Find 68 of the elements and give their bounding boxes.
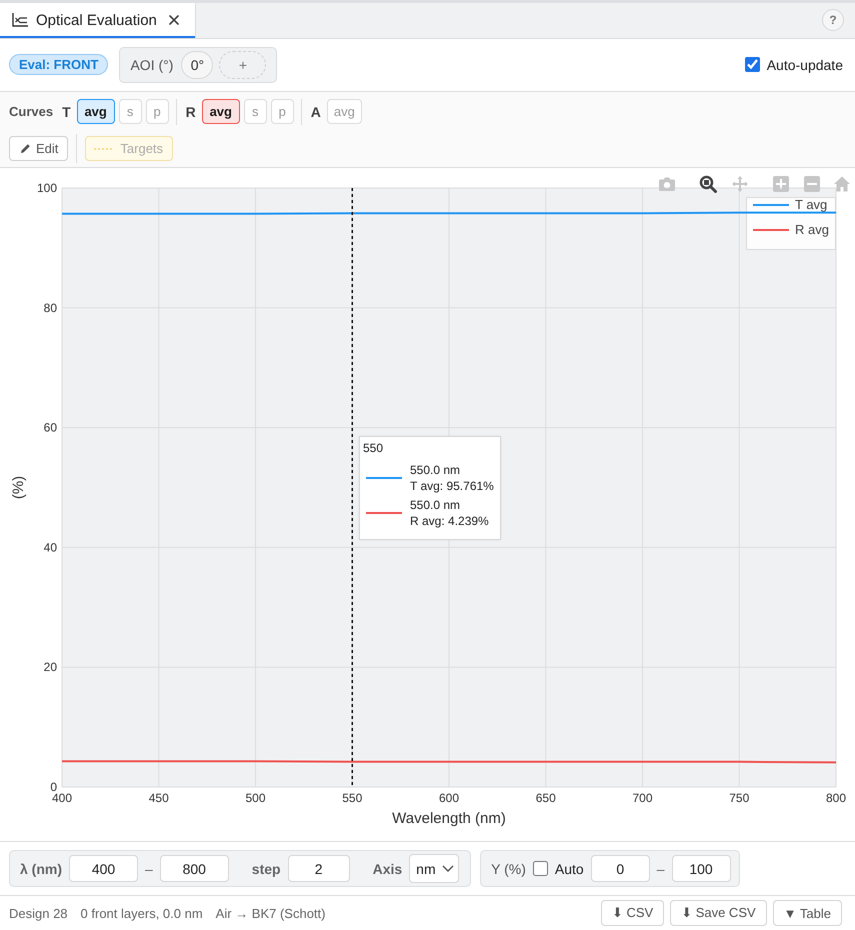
curve-group-label: R <box>186 104 196 120</box>
x-tick-label: 650 <box>536 791 556 806</box>
axis-unit-select[interactable]: nm <box>409 854 460 884</box>
tooltip-title: 550 <box>363 441 384 456</box>
aoi-label: AOI (°) <box>130 56 174 73</box>
edit-button[interactable]: Edit <box>9 136 68 162</box>
zoom-out-icon[interactable] <box>803 175 821 194</box>
wavelength-max-field[interactable]: 800 <box>160 855 229 882</box>
tooltip-text: T avg: 95.761% <box>410 478 494 494</box>
y-tick-label: 100 <box>36 181 57 196</box>
y-min-field[interactable]: 0 <box>590 855 650 882</box>
auto-label: Auto <box>554 860 584 877</box>
status-text: Air → BK7 (Schott) <box>216 906 326 921</box>
tooltip-text: 550.0 nm <box>410 497 462 514</box>
x-tick-label: 800 <box>826 791 846 806</box>
x-tick-label: 550 <box>342 791 362 806</box>
y-tick-label: 60 <box>44 420 57 435</box>
axis-label: Axis <box>372 860 402 877</box>
legend-label: R avg <box>795 222 829 238</box>
x-tick-label: 600 <box>438 791 460 806</box>
csv-download-button[interactable]: ⬇ CSV <box>600 900 664 926</box>
zoom-icon[interactable] <box>699 175 717 194</box>
y-range-label: Y (%) <box>491 860 526 877</box>
step-field[interactable]: 2 <box>288 855 350 882</box>
chevron-icon <box>442 865 454 872</box>
x-tick-label: 700 <box>632 791 653 806</box>
table-toggle-button[interactable]: ▼ Table <box>772 900 842 926</box>
tooltip-text: 550.0 nm <box>410 462 462 478</box>
y-tick-label: 20 <box>44 660 57 675</box>
range-separator: – <box>656 860 665 877</box>
y-axis-title: (%) <box>10 476 27 500</box>
x-tick-label: 500 <box>245 791 266 806</box>
step-label: step <box>252 860 281 877</box>
status-text: 0 front layers, 0.0 nm <box>80 906 203 921</box>
dotted-line-icon <box>94 148 114 150</box>
wavelength-min-field[interactable]: 400 <box>69 855 138 882</box>
pan-icon[interactable] <box>731 175 749 194</box>
x-tick-label: 450 <box>148 791 169 806</box>
curve-toggle[interactable]: avg <box>76 99 115 124</box>
tooltip-text: R avg: 4.239% <box>410 513 489 530</box>
zoom-in-icon[interactable] <box>772 175 790 194</box>
curve-group-label: A <box>310 104 321 120</box>
y-max-field[interactable]: 100 <box>672 855 731 882</box>
pencil-icon <box>20 143 31 154</box>
auto-checkbox[interactable] <box>532 861 548 876</box>
save-csv-button[interactable]: ⬇ Save CSV <box>670 900 767 926</box>
curve-group-label: T <box>62 104 71 120</box>
range-separator: – <box>145 860 153 877</box>
line-chart-icon <box>12 13 28 28</box>
legend-label: T avg <box>795 197 828 212</box>
add-angle-button[interactable]: + <box>219 50 266 79</box>
tab[interactable]: Optical Evaluation <box>0 3 196 38</box>
eval-mode-badge: Eval: FRONT <box>9 54 108 76</box>
camera-icon[interactable] <box>658 175 676 194</box>
wavelength-label: λ (nm) <box>20 860 62 877</box>
x-tick-label: 750 <box>729 791 750 806</box>
help-button[interactable]: ? <box>822 9 844 32</box>
auto-update-label: Auto-update <box>766 56 843 73</box>
x-axis-title: Wavelength (nm) <box>392 810 506 828</box>
status-text: Design 28 <box>9 906 68 921</box>
y-tick-label: 80 <box>44 301 57 316</box>
close-icon[interactable] <box>168 15 179 26</box>
y-tick-label: 40 <box>44 540 57 555</box>
curves-label: Curves <box>9 104 54 120</box>
home-icon[interactable] <box>833 175 851 194</box>
angle-chip[interactable]: 0° <box>181 50 214 79</box>
auto-update-checkbox[interactable] <box>744 57 760 72</box>
curve-toggle[interactable]: avg <box>202 99 240 124</box>
